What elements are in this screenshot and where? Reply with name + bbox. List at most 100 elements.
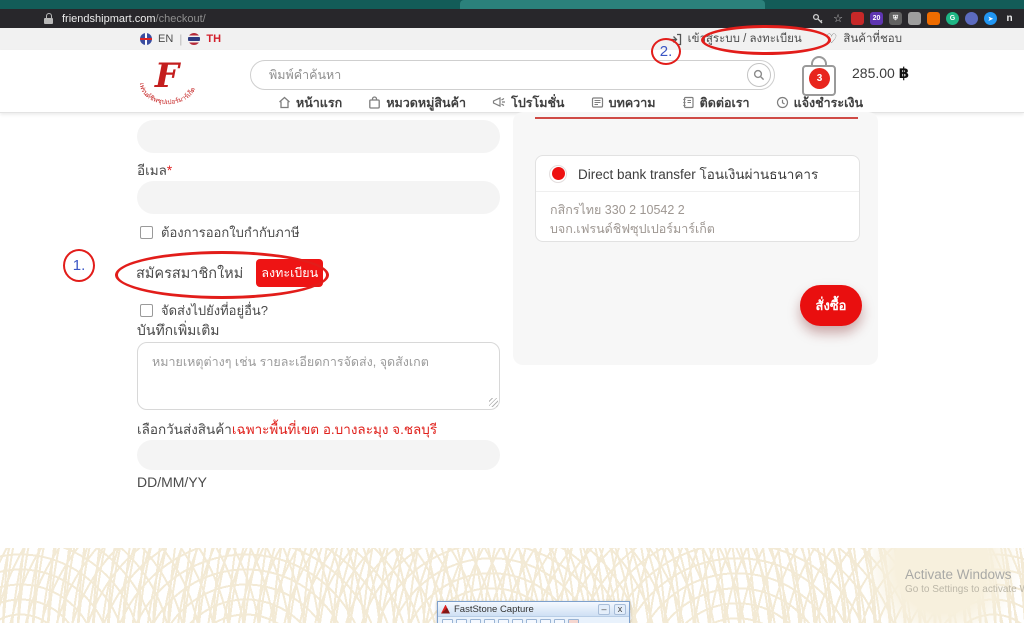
capture-tool-icon[interactable] — [498, 619, 509, 623]
capture-tool-icon[interactable] — [442, 619, 453, 623]
ship-other-checkbox[interactable] — [140, 304, 153, 317]
capture-tool-icon[interactable] — [456, 619, 467, 623]
minimize-button[interactable]: – — [598, 604, 610, 615]
payment-panel: Direct bank transfer โอนเงินผ่านธนาคาร ก… — [513, 112, 878, 365]
search-button[interactable] — [747, 63, 771, 87]
annotation-login-ellipse — [701, 25, 831, 55]
payment-method-details: กสิกรไทย 330 2 10542 2 บจก.เฟรนด์ชิฟซุปเ… — [536, 192, 859, 248]
url-host: friendshipmart.com — [62, 13, 156, 25]
extension-icon-green[interactable]: G — [946, 12, 959, 25]
nav-label: หน้าแรก — [296, 93, 342, 113]
annotation-step2-number: 2. — [660, 43, 673, 60]
nav-item-payment-notify[interactable]: แจ้งชำระเงิน — [776, 93, 863, 113]
site-logo[interactable]: F เฟรนด์ชิพซุปเปอร์มาร์เก็ต — [122, 53, 212, 109]
browser-toolbar-icons: ☆ 20 ⛨ G ➤ n — [811, 9, 1016, 28]
newspaper-icon — [591, 96, 604, 109]
th-flag-icon[interactable] — [188, 33, 200, 45]
main-nav: หน้าแรก หมวดหมู่สินค้า โปรโมชั่น บทความ … — [278, 92, 863, 113]
cart-total: 285.00 ฿ — [852, 64, 909, 82]
search-bar — [250, 60, 775, 90]
capture-tool-icon[interactable] — [512, 619, 523, 623]
currency-symbol: ฿ — [899, 65, 909, 82]
extension-icon-orange[interactable] — [927, 12, 940, 25]
activate-windows-watermark: Activate Windows Go to Settings to activ… — [905, 567, 1024, 595]
nav-item-categories[interactable]: หมวดหมู่สินค้า — [368, 93, 466, 113]
en-flag-icon[interactable] — [140, 33, 152, 45]
annotation-step1-number: 1. — [73, 257, 86, 274]
annotation-step1-circle: 1. — [63, 249, 95, 282]
cart-total-amount: 285.00 — [852, 65, 895, 81]
contact-book-icon — [682, 96, 695, 109]
language-switcher: EN | TH — [140, 28, 221, 50]
lang-th[interactable]: TH — [206, 33, 221, 45]
browser-active-tab[interactable] — [460, 0, 765, 9]
capture-tool-icon[interactable] — [484, 619, 495, 623]
faststone-window[interactable]: FastStone Capture – x — [437, 601, 630, 623]
watermark-line2: Go to Settings to activate W — [905, 584, 1024, 595]
payment-method-title: Direct bank transfer โอนเงินผ่านธนาคาร — [578, 163, 818, 185]
extension-icon-indigo[interactable] — [965, 12, 978, 25]
extension-icon-blue[interactable]: ➤ — [984, 12, 997, 25]
annotation-register-ellipse — [115, 251, 329, 299]
extension-icon-purple[interactable]: 20 — [870, 12, 883, 25]
browser-tabstrip — [0, 0, 1024, 9]
url-path: /checkout/ — [156, 13, 206, 25]
required-asterisk: * — [167, 163, 172, 178]
faststone-title: FastStone Capture — [454, 604, 594, 615]
extension-icon-pdf[interactable] — [851, 12, 864, 25]
browser-profile-icon[interactable]: n — [1003, 12, 1016, 25]
extension-icon-gray[interactable] — [908, 12, 921, 25]
nav-label: หมวดหมู่สินค้า — [386, 93, 466, 113]
screen: friendshipmart.com/checkout/ ☆ 20 ⛨ G ➤ … — [0, 0, 1024, 623]
site-topbar: EN | TH เข้าสู่ระบบ / ลงทะเบียน ♡ สินค้า… — [0, 28, 1024, 50]
lock-icon — [44, 13, 53, 24]
tax-invoice-row: ต้องการออกใบกำกับภาษี — [140, 222, 300, 243]
payment-method-box: Direct bank transfer โอนเงินผ่านธนาคาร ก… — [535, 155, 860, 242]
payment-method-header[interactable]: Direct bank transfer โอนเงินผ่านธนาคาร — [536, 156, 859, 192]
delivery-date-label: เลือกวันส่งสินค้าเฉพาะพื้นที่เขต อ.บางละ… — [137, 418, 437, 440]
nav-item-articles[interactable]: บทความ — [591, 93, 656, 113]
wishlist-link[interactable]: ♡ สินค้าที่ชอบ — [826, 30, 902, 48]
name-field[interactable] — [137, 120, 500, 153]
browser-address-bar[interactable]: friendshipmart.com/checkout/ ☆ 20 ⛨ G ➤ … — [0, 9, 1024, 28]
tax-invoice-label: ต้องการออกใบกำกับภาษี — [161, 222, 300, 243]
site-header: F เฟรนด์ชิพซุปเปอร์มาร์เก็ต 3 285.00 ฿ ห… — [0, 50, 1024, 113]
tax-invoice-checkbox[interactable] — [140, 226, 153, 239]
notes-label: บันทึกเพิ่มเติม — [137, 320, 220, 342]
megaphone-icon — [492, 96, 506, 109]
email-label: อีเมล* — [137, 159, 172, 181]
bank-name-line: บจก.เฟรนด์ชิฟซุปเปอร์มาร์เก็ต — [550, 220, 845, 239]
capture-tool-icon[interactable] — [470, 619, 481, 623]
email-field[interactable] — [137, 181, 500, 214]
capture-tool-icon[interactable] — [554, 619, 565, 623]
notes-textarea[interactable] — [137, 342, 500, 410]
bookmark-star-icon[interactable]: ☆ — [831, 12, 845, 26]
capture-tool-icon[interactable] — [526, 619, 537, 623]
delivery-date-field[interactable] — [137, 440, 500, 470]
search-input[interactable] — [251, 61, 731, 89]
payment-radio-selected[interactable] — [549, 165, 567, 183]
extension-icon-shield[interactable]: ⛨ — [889, 12, 902, 25]
logo-letter: F — [154, 56, 182, 96]
lang-en[interactable]: EN — [158, 33, 173, 45]
faststone-titlebar[interactable]: FastStone Capture – x — [438, 602, 629, 617]
capture-tool-icon[interactable] — [568, 619, 579, 623]
bag-icon — [368, 96, 381, 109]
close-button[interactable]: x — [614, 604, 626, 615]
nav-item-home[interactable]: หน้าแรก — [278, 93, 342, 113]
search-icon — [753, 69, 765, 81]
capture-tool-icon[interactable] — [540, 619, 551, 623]
lang-divider: | — [179, 32, 182, 46]
place-order-button[interactable]: สั่งซื้อ — [800, 285, 862, 326]
faststone-toolbar[interactable] — [438, 617, 629, 623]
nav-item-contact[interactable]: ติดต่อเรา — [682, 93, 750, 113]
url-text[interactable]: friendshipmart.com/checkout/ — [62, 13, 206, 25]
key-icon[interactable] — [811, 12, 825, 26]
clock-icon — [776, 96, 789, 109]
nav-label: โปรโมชั่น — [511, 93, 564, 113]
ship-other-label: จัดส่งไปยังที่อยู่อื่น? — [161, 300, 268, 321]
nav-item-promotions[interactable]: โปรโมชั่น — [492, 93, 564, 113]
wishlist-label: สินค้าที่ชอบ — [843, 30, 902, 48]
watermark-line1: Activate Windows — [905, 567, 1024, 582]
nav-label: บทความ — [609, 93, 656, 113]
